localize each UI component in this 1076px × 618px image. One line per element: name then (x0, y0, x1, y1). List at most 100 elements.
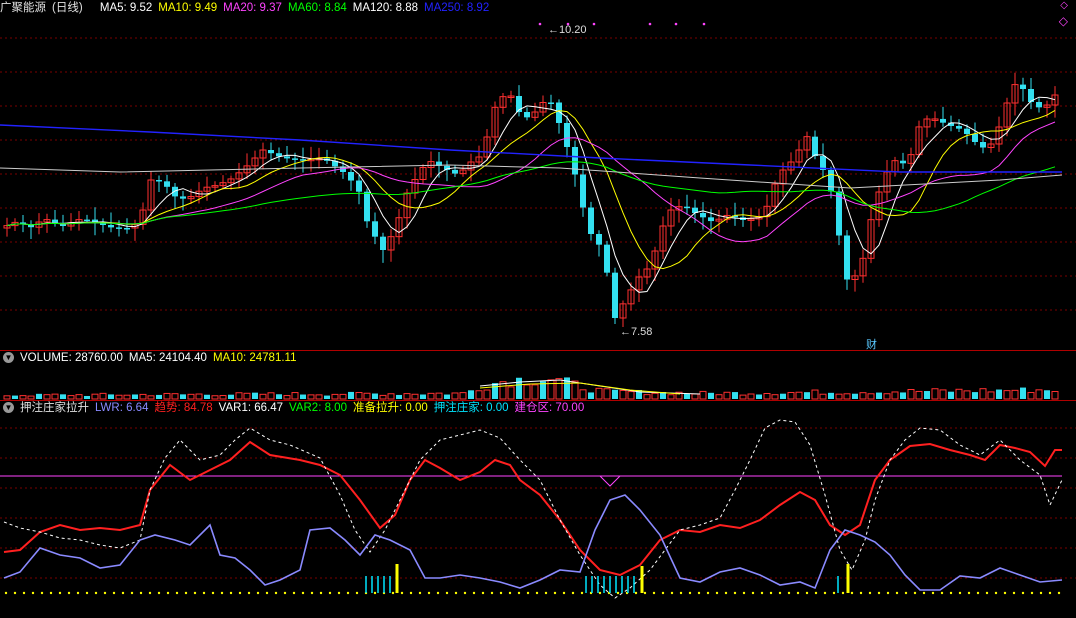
volume-bar-down (780, 393, 786, 399)
volume-bar-up (19, 395, 27, 400)
volume-bar-down (828, 392, 834, 399)
high-price-marker: ←10.20 (548, 24, 587, 36)
baseline-dot (661, 591, 665, 595)
legend-var1: VAR1: 66.47 (218, 402, 284, 414)
volume-bar-up (67, 395, 75, 400)
candle-down (108, 225, 114, 228)
baseline-dot (148, 591, 152, 595)
volume-bar-up (331, 393, 339, 400)
indicator-panel[interactable]: ▼ 押注庄家拉升 LWR: 6.64 趋势: 84.78 VAR1: 66.47 VAR2… (0, 400, 1076, 618)
indicator-legend: ▼ 押注庄家拉升 LWR: 6.64 趋势: 84.78 VAR1: 66.47 VAR2… (0, 400, 596, 416)
volume-bar-down (372, 393, 378, 399)
volume-bar-up (955, 388, 963, 400)
volume-bar-up (571, 380, 579, 400)
volume-bar-up (51, 393, 59, 400)
volume-bar-up (819, 393, 827, 400)
baseline-dot (526, 591, 530, 595)
candle-down (268, 150, 274, 154)
diamond-icon[interactable]: ◇ (1059, 14, 1068, 28)
volume-bar-up (315, 394, 323, 400)
candle-down (580, 174, 586, 208)
indicator-chart[interactable] (0, 400, 1076, 618)
volume-bar-up (411, 393, 419, 400)
baseline-dot (184, 591, 188, 595)
candle-down (980, 142, 986, 148)
volume-bar-down (972, 392, 978, 399)
baseline-dot (310, 591, 314, 595)
baseline-dot (166, 591, 170, 595)
legend-ma250: MA250: 8.92 (424, 2, 490, 14)
volume-bar-up (867, 393, 875, 400)
baseline-dot (301, 591, 305, 595)
volume-bar-up (475, 390, 483, 400)
candle-down (956, 126, 962, 129)
baseline-dot (409, 591, 413, 595)
candle-down (900, 160, 906, 164)
baseline-dot (697, 591, 701, 595)
legend-bet: 押注庄家: 0.00 (433, 402, 509, 414)
volume-bar-up (739, 394, 747, 400)
candle-down (380, 236, 386, 250)
baseline-dot (4, 591, 8, 595)
candle-down (964, 128, 970, 134)
volume-bar-down (468, 390, 474, 399)
volume-bar-up (891, 391, 899, 400)
volume-bar-down (252, 392, 258, 399)
chevron-down-icon[interactable]: ▼ (3, 352, 14, 364)
volume-bar-up (483, 389, 491, 400)
volume-bar-down (156, 394, 162, 399)
legend-ma10: MA10: 9.49 (158, 2, 218, 14)
candle-down (156, 180, 162, 182)
signal-dot (648, 22, 652, 26)
baseline-dot (319, 591, 323, 595)
candle-down (828, 170, 834, 192)
candle-down (284, 156, 290, 159)
baseline-dot (13, 591, 17, 595)
volume-bar-down (948, 391, 954, 399)
volume-panel[interactable]: ▼ VOLUME: 28760.00 MA5: 24104.40 MA10: 2478… (0, 350, 1076, 400)
volume-bar-up (723, 391, 731, 400)
volume-bar-down (228, 394, 234, 399)
baseline-dot (760, 591, 764, 595)
baseline-dot (238, 591, 242, 595)
volume-bar-up (363, 392, 371, 400)
candle-down (612, 272, 618, 318)
volume-bar-down (492, 383, 498, 399)
volume-bar-down (108, 394, 114, 399)
candle-down (596, 234, 602, 245)
volume-bar-up (843, 393, 851, 400)
baseline-dot (859, 591, 863, 595)
baseline-dot (553, 591, 557, 595)
volume-bar-up (811, 389, 819, 400)
candle-down (452, 169, 458, 174)
high-price-label: 10.20 (559, 24, 587, 36)
volume-bar-up (963, 390, 971, 400)
volume-bar-down (300, 394, 306, 399)
candle-down (180, 196, 186, 199)
chevron-down-icon[interactable]: ▼ (3, 402, 14, 414)
kline-panel[interactable]: 广聚能源 (日线) MA5: 9.52 MA10: 9.49 MA20: 9.37 MA… (0, 0, 1076, 350)
volume-bar-down (996, 389, 1002, 399)
volume-bar-up (91, 393, 99, 400)
ma5-line (6, 96, 1056, 293)
signal-dot (702, 22, 706, 26)
baseline-dot (1012, 591, 1016, 595)
build-zone-dip (599, 475, 621, 487)
volume-bar-down (444, 394, 450, 399)
volume-bar-up (355, 392, 363, 400)
candle-down (116, 227, 122, 229)
candle-down (548, 102, 554, 104)
kline-chart[interactable] (0, 0, 1076, 350)
diamond-icon-top[interactable]: ◇ (1060, 0, 1068, 11)
volume-bar-up (435, 392, 443, 400)
baseline-dot (193, 591, 197, 595)
legend-lwr: LWR: 6.64 (95, 402, 149, 414)
baseline-dot (814, 591, 818, 595)
signal-dot (592, 22, 596, 26)
baseline-dot (292, 591, 296, 595)
finance-event-marker[interactable]: 财 (866, 336, 877, 350)
candle-down (172, 186, 178, 197)
volume-bar-down (924, 391, 930, 399)
volume-bar-up (427, 392, 435, 400)
candle-down (972, 134, 978, 142)
